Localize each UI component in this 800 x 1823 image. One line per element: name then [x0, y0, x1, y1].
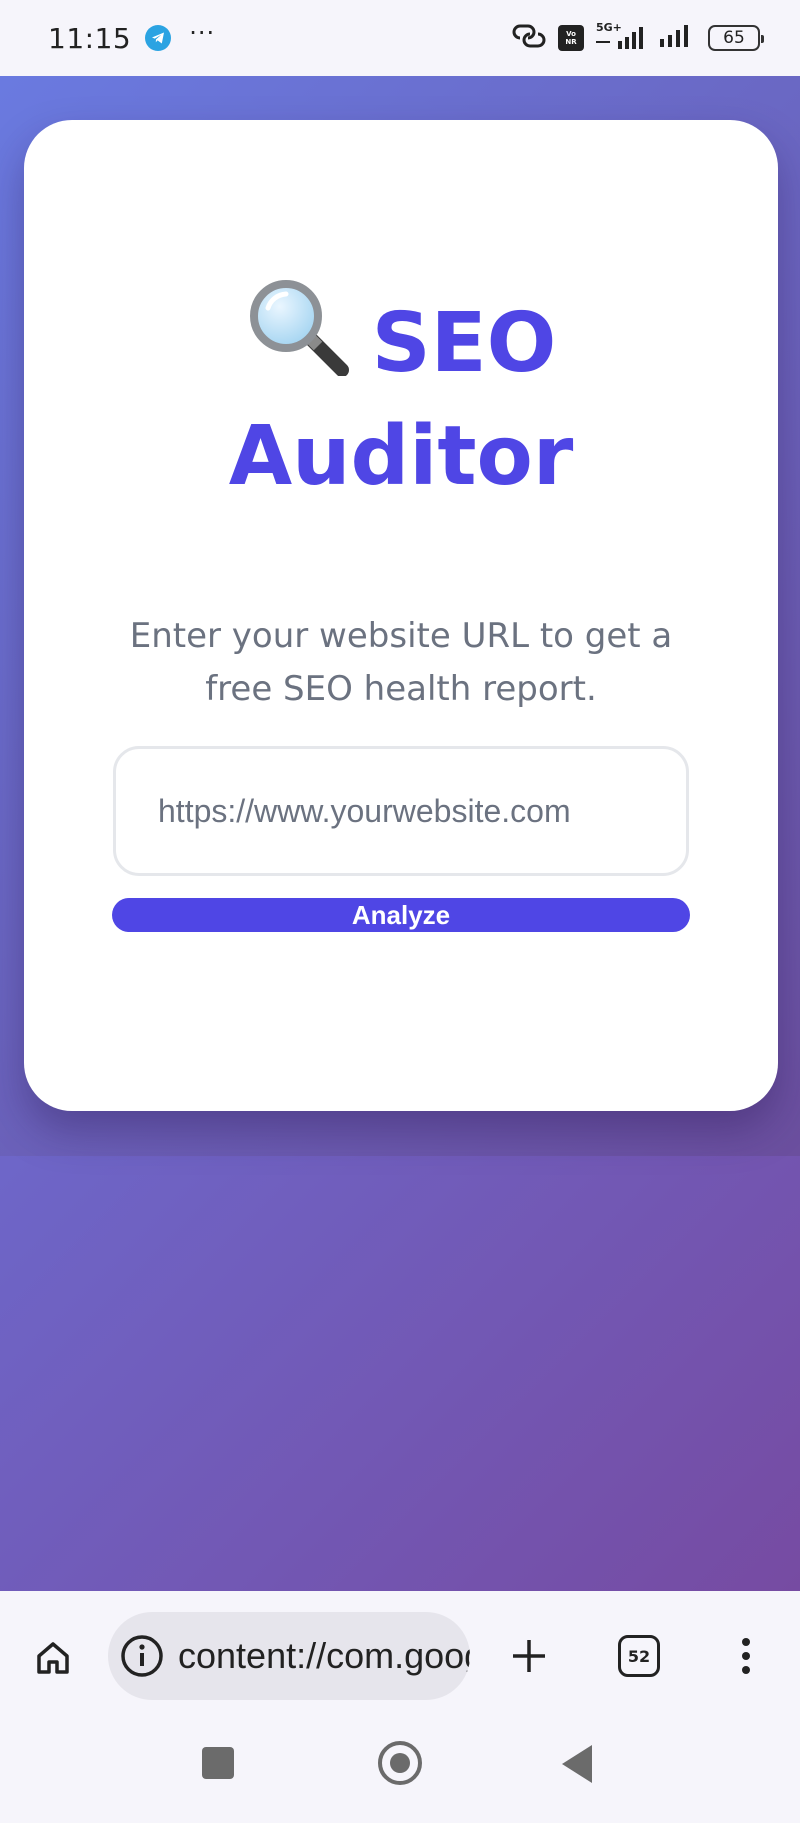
magnifying-glass-icon [246, 278, 350, 403]
signal-icon-2 [658, 23, 696, 53]
analyze-button[interactable]: Analyze [112, 898, 690, 932]
battery-level: 65 [723, 28, 745, 48]
status-bar: 11:15 ··· Vo NR 5G+ 65 [0, 0, 800, 76]
status-time: 11:15 [48, 21, 132, 55]
tabs-icon[interactable]: 52 [618, 1635, 660, 1677]
home-icon[interactable] [28, 1633, 78, 1683]
url-input[interactable] [113, 746, 689, 876]
battery-icon: 65 [708, 25, 764, 51]
address-bar[interactable]: content://com.google.android.apps.docs.s… [108, 1612, 470, 1700]
title-line-1: SEO [371, 296, 557, 391]
volte-icon: Vo NR [558, 25, 584, 51]
more-vert-icon[interactable] [728, 1631, 764, 1681]
title-line-2: Auditor [228, 409, 574, 505]
notification-dots: ··· [189, 19, 216, 47]
home-circle-icon[interactable] [378, 1741, 422, 1785]
card-section: SEO Auditor Enter your website URL to ge… [0, 76, 800, 1156]
telegram-icon [145, 25, 172, 51]
new-tab-plus-icon[interactable] [504, 1631, 554, 1681]
page-title: SEO Auditor [24, 280, 778, 511]
info-icon[interactable] [120, 1634, 164, 1678]
page-subtitle: Enter your website URL to get a free SEO… [129, 616, 673, 709]
tab-count: 52 [627, 1646, 651, 1666]
status-icons: Vo NR 5G+ 65 [512, 21, 764, 53]
volte-label: Vo NR [565, 30, 577, 46]
address-text: content://com.google.android.apps.docs.s… [178, 1635, 470, 1676]
back-icon[interactable] [562, 1745, 592, 1783]
recents-icon[interactable] [202, 1747, 234, 1779]
system-navigation [0, 1721, 800, 1823]
link-icon [512, 23, 546, 53]
browser-toolbar: content://com.google.android.apps.docs.s… [0, 1591, 800, 1721]
network-type-label: 5G+ [596, 21, 622, 34]
page-background: SEO Auditor Enter your website URL to ge… [0, 76, 800, 1591]
signal-icon: 5G+ [596, 21, 646, 51]
seo-auditor-card: SEO Auditor Enter your website URL to ge… [24, 120, 778, 1111]
